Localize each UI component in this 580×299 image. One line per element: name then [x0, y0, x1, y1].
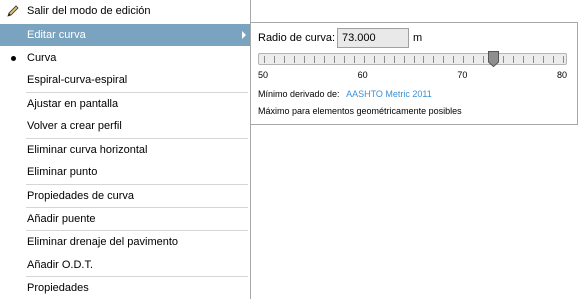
slider-tick: [433, 56, 435, 63]
menu-item-label: Volver a crear perfil: [27, 120, 122, 132]
slider-tick: [463, 56, 465, 63]
submenu-arrow-icon: [242, 31, 246, 39]
radius-label: Radio de curva:: [258, 32, 336, 44]
menu-item-delete-drain[interactable]: Eliminar drenaje del pavimento: [0, 231, 250, 253]
derived-line: Mínimo derivado de: AASHTO Metric 2011: [258, 89, 432, 99]
slider-tick: [313, 56, 315, 63]
slider-tick: [473, 56, 475, 63]
slider-tick: [323, 56, 325, 63]
slider-tick: [403, 56, 405, 63]
slider-tick: [503, 56, 505, 63]
menu-item-curve[interactable]: Curva: [0, 47, 250, 69]
menu-item-edit-curve[interactable]: Editar curva: [0, 24, 250, 46]
slider-tick: [343, 56, 345, 63]
menu-item-delete-point[interactable]: Eliminar punto: [0, 161, 250, 183]
pencil-icon: [7, 5, 19, 17]
slider-ticks: [259, 54, 566, 64]
slider-tick: [264, 56, 265, 63]
menu-item-label: Eliminar curva horizontal: [27, 144, 148, 156]
slider-tick-label: 80: [556, 70, 568, 80]
menu-item-add-odt[interactable]: Añadir O.D.T.: [0, 254, 250, 276]
slider-tick: [413, 56, 415, 63]
radius-input[interactable]: [337, 28, 409, 48]
slider-tick: [353, 56, 355, 63]
radius-unit: m: [413, 32, 423, 44]
slider-tick: [273, 56, 275, 63]
slider-tick: [553, 56, 555, 63]
menu-item-fit-screen[interactable]: Ajustar en pantalla: [0, 93, 250, 115]
slider-tick: [283, 56, 285, 63]
radius-slider[interactable]: [258, 51, 567, 67]
menu-item-label: Salir del modo de edición: [27, 5, 151, 17]
menu-item-label: Añadir puente: [27, 213, 96, 225]
slider-tick: [543, 56, 545, 63]
curve-radius-panel: Radio de curva: m 50 60 70 80 Mínimo der…: [251, 22, 578, 125]
menu-item-properties[interactable]: Propiedades: [0, 277, 250, 299]
slider-tick: [363, 56, 365, 63]
radio-bullet-icon: [11, 56, 16, 61]
derived-label: Mínimo derivado de:: [258, 89, 340, 99]
slider-tick: [443, 56, 445, 63]
menu-item-label: Propiedades de curva: [27, 190, 135, 202]
derived-standard-link[interactable]: AASHTO Metric 2011: [346, 89, 432, 99]
menu-item-label: Eliminar punto: [27, 166, 98, 178]
menu-item-label: Editar curva: [27, 29, 86, 41]
menu-item-label: Eliminar drenaje del pavimento: [27, 236, 179, 248]
menu-item-add-bridge[interactable]: Añadir puente: [0, 208, 250, 230]
slider-tick: [533, 56, 535, 63]
menu-item-spiral[interactable]: Espiral-curva-espiral: [0, 69, 250, 91]
menu-item-label: Ajustar en pantalla: [27, 98, 119, 110]
slider-tick: [453, 56, 455, 63]
slider-tick: [293, 56, 295, 63]
slider-tick: [383, 56, 385, 63]
max-note: Máximo para elementos geométricamente po…: [258, 106, 462, 116]
slider-tick: [483, 56, 485, 63]
slider-tick: [563, 56, 564, 63]
menu-item-curve-props[interactable]: Propiedades de curva: [0, 185, 250, 207]
menu-item-label: Añadir O.D.T.: [27, 259, 94, 271]
menu-item-label: Propiedades: [27, 282, 89, 294]
slider-tick: [303, 56, 305, 63]
menu-item-label: Curva: [27, 52, 57, 64]
slider-tick: [423, 56, 425, 63]
menu-item-exit-edit[interactable]: Salir del modo de edición: [0, 0, 250, 22]
menu-item-label: Espiral-curva-espiral: [27, 74, 128, 86]
slider-tick-label: 50: [257, 70, 269, 80]
slider-tick: [393, 56, 395, 63]
slider-tick: [333, 56, 335, 63]
slider-tick-label: 70: [457, 70, 468, 80]
slider-thumb[interactable]: [487, 51, 499, 67]
context-menu: Salir del modo de edición Editar curva C…: [0, 0, 251, 299]
slider-tick: [523, 56, 525, 63]
slider-tick: [373, 56, 375, 63]
slider-tick: [513, 56, 515, 63]
slider-tick-label: 60: [357, 70, 368, 80]
menu-item-delete-hcurve[interactable]: Eliminar curva horizontal: [0, 139, 250, 161]
menu-item-reprofile[interactable]: Volver a crear perfil: [0, 115, 250, 137]
